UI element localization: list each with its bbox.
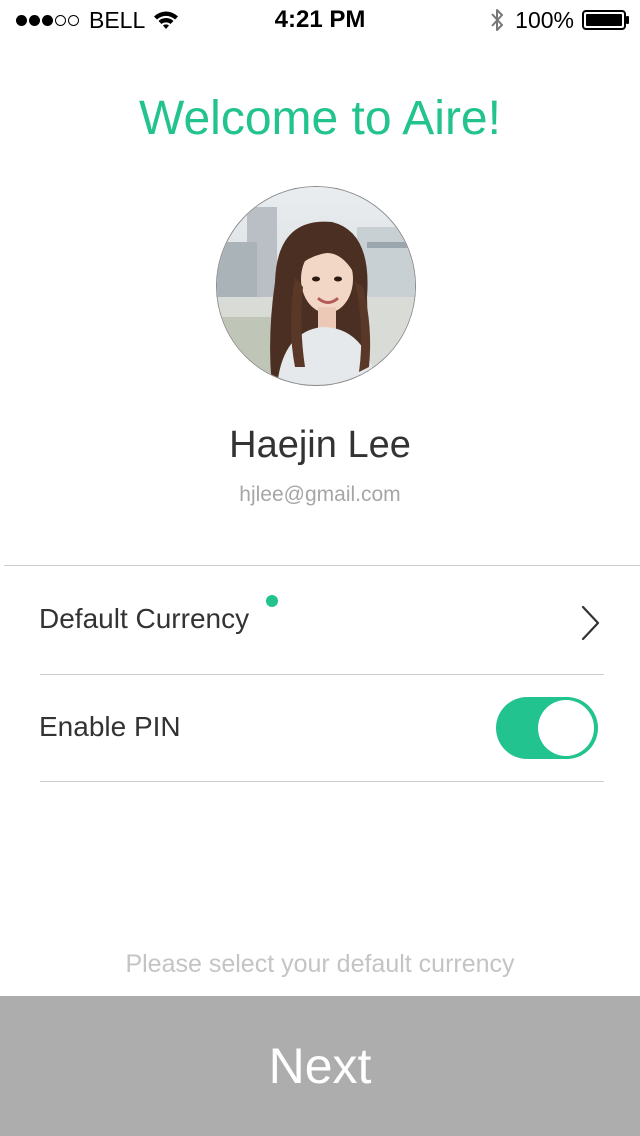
- default-currency-label[interactable]: Default Currency: [39, 601, 249, 637]
- enable-pin-label: Enable PIN: [39, 711, 181, 742]
- welcome-title: Welcome to Aire!: [139, 92, 501, 145]
- status-bar-right: 100%: [489, 6, 630, 34]
- enable-pin-toggle[interactable]: [496, 697, 598, 759]
- notification-dot: [266, 595, 278, 607]
- next-button-label: Next: [268, 1038, 372, 1094]
- row-divider: [40, 781, 604, 782]
- bluetooth-icon: [491, 9, 504, 31]
- avatar: [216, 186, 416, 386]
- status-bar: BELL 4:21 PM 100%: [0, 0, 640, 40]
- user-email: hjlee@gmail.com: [239, 483, 401, 506]
- user-name: Haejin Lee: [229, 424, 411, 466]
- profile-photo: [217, 187, 415, 385]
- toggle-knob: [538, 700, 594, 756]
- battery-percent: 100%: [515, 7, 574, 33]
- chevron-right-icon[interactable]: [578, 604, 602, 642]
- next-button[interactable]: Next: [0, 996, 640, 1136]
- row-divider: [40, 674, 604, 675]
- section-divider: [4, 565, 640, 566]
- battery-icon: [582, 10, 629, 30]
- currency-hint: Please select your default currency: [125, 950, 515, 978]
